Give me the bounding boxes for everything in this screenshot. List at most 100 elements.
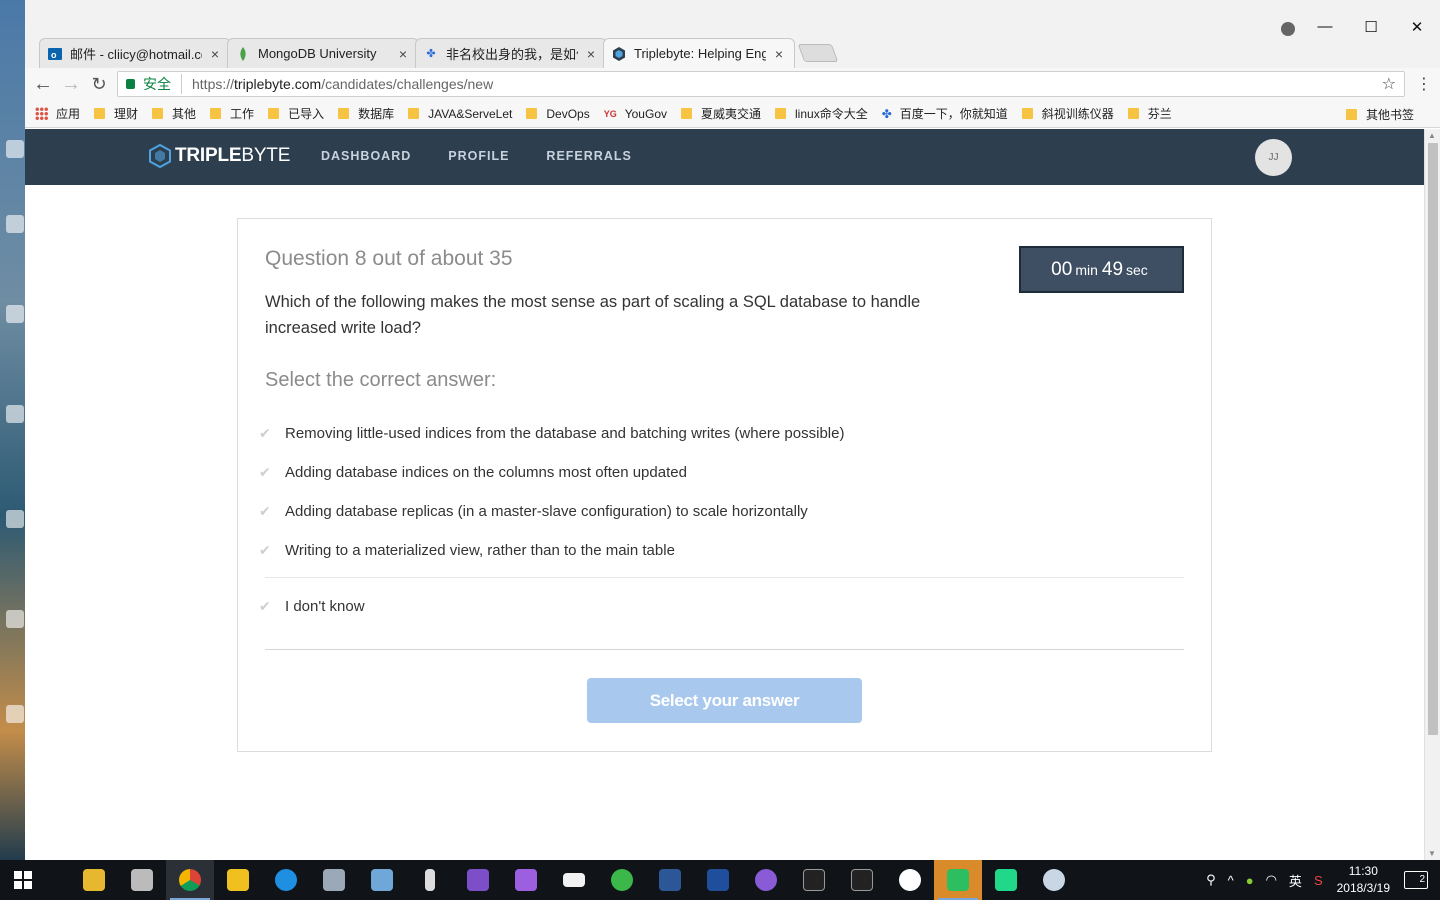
- mongodb-leaf-icon[interactable]: [886, 860, 934, 900]
- bookmark-baidu[interactable]: ✤ 百度一下，你就知道: [882, 105, 1008, 122]
- visual-studio-icon[interactable]: [454, 860, 502, 900]
- divider: [265, 577, 1184, 578]
- green-app-icon[interactable]: [598, 860, 646, 900]
- terminal-icon[interactable]: [790, 860, 838, 900]
- tab-label: 邮件 - cliicy@hotmail.co: [70, 47, 202, 62]
- submit-answer-button[interactable]: Select your answer: [587, 678, 862, 723]
- desktop-shortcut-icon[interactable]: [6, 405, 24, 423]
- github-desktop-icon[interactable]: [742, 860, 790, 900]
- folder-icon: [338, 108, 350, 119]
- bookmark-label: linux命令大全: [795, 107, 868, 121]
- page-scrollbar[interactable]: ▲ ▼: [1424, 129, 1440, 860]
- back-arrow-icon[interactable]: ←: [31, 72, 55, 96]
- document-app-icon[interactable]: [310, 860, 358, 900]
- calculator-icon[interactable]: [118, 860, 166, 900]
- bookmark-folder[interactable]: 已导入: [268, 105, 324, 122]
- answer-option[interactable]: ✔ Writing to a materialized view, rather …: [257, 531, 1187, 570]
- sogou-input-icon[interactable]: S: [1314, 873, 1323, 888]
- ime-indicator[interactable]: 英: [1289, 871, 1302, 890]
- avatar[interactable]: JJ: [1255, 139, 1292, 176]
- file-explorer-icon[interactable]: [70, 860, 118, 900]
- terminal-2-icon[interactable]: [838, 860, 886, 900]
- profile-icon[interactable]: [1281, 22, 1295, 36]
- bookmark-folder[interactable]: 工作: [210, 105, 254, 122]
- folder-icon: [1021, 108, 1033, 119]
- bookmark-yougov[interactable]: YG YouGov: [604, 107, 667, 121]
- close-tab-icon[interactable]: ×: [396, 46, 410, 62]
- close-tab-icon[interactable]: ×: [772, 46, 786, 62]
- chrome-menu-icon[interactable]: ⋮: [1416, 74, 1432, 94]
- chevron-up-icon[interactable]: ^: [1228, 873, 1234, 888]
- tab-outlook[interactable]: o 邮件 - cliicy@hotmail.co ×: [39, 38, 231, 68]
- question-counter: Question 8 out of about 35: [265, 247, 513, 270]
- internet-explorer-icon[interactable]: [262, 860, 310, 900]
- bookmark-folder[interactable]: 斜视训练仪器: [1021, 105, 1114, 122]
- word-icon[interactable]: [646, 860, 694, 900]
- scroll-up-icon[interactable]: ▲: [1428, 131, 1436, 140]
- bookmark-folder[interactable]: JAVA&ServeLet: [408, 107, 512, 121]
- new-tab-button[interactable]: [797, 44, 839, 62]
- chrome-icon[interactable]: [166, 860, 214, 900]
- folder-icon: [1345, 109, 1357, 120]
- triplebyte-hex-icon: [149, 144, 171, 168]
- bookmark-folder[interactable]: 夏威夷交通: [681, 105, 761, 122]
- desktop-shortcut-icon[interactable]: [6, 510, 24, 528]
- paint-icon[interactable]: [1030, 860, 1078, 900]
- tab-baidu-article[interactable]: ✤ 非名校出身的我，是如何 ×: [415, 38, 607, 68]
- bookmark-folder[interactable]: 其他: [152, 105, 196, 122]
- microphone-icon[interactable]: [406, 860, 454, 900]
- evernote-icon[interactable]: [934, 860, 982, 900]
- windows-start-icon[interactable]: [14, 871, 32, 889]
- answer-option[interactable]: ✔ Removing little-used indices from the d…: [257, 414, 1187, 453]
- answer-text: I don't know: [285, 598, 365, 615]
- answer-option[interactable]: ✔ Adding database replicas (in a master-s…: [257, 492, 1187, 531]
- nav-profile[interactable]: PROFILE: [448, 149, 509, 163]
- desktop-shortcut-icon[interactable]: [6, 140, 24, 158]
- app-51-icon[interactable]: [214, 860, 262, 900]
- tab-triplebyte[interactable]: Triplebyte: Helping Eng ×: [603, 38, 795, 68]
- desktop-shortcut-icon[interactable]: [6, 610, 24, 628]
- bookmark-folder[interactable]: linux命令大全: [775, 105, 868, 122]
- bookmark-folder[interactable]: 理财: [94, 105, 138, 122]
- checkmark-icon: ✔: [259, 425, 271, 441]
- tab-mongodb[interactable]: MongoDB University ×: [227, 38, 419, 68]
- forward-arrow-icon[interactable]: →: [59, 72, 83, 96]
- answer-option[interactable]: ✔ Adding database indices on the columns …: [257, 453, 1187, 492]
- chrome-window: o 邮件 - cliicy@hotmail.co × MongoDB Unive…: [25, 0, 1440, 860]
- visual-studio-2-icon[interactable]: [502, 860, 550, 900]
- system-clock[interactable]: 11:30 2018/3/19: [1337, 863, 1390, 897]
- pycharm-icon[interactable]: [982, 860, 1030, 900]
- desktop-shortcut-icon[interactable]: [6, 215, 24, 233]
- bookmark-apps[interactable]: 应用: [35, 105, 80, 122]
- notification-center-icon[interactable]: 2: [1404, 871, 1428, 889]
- desktop-shortcut-icon[interactable]: [6, 305, 24, 323]
- notes-app-icon[interactable]: [358, 860, 406, 900]
- close-tab-icon[interactable]: ×: [584, 46, 598, 62]
- bookmark-label: 已导入: [288, 107, 325, 121]
- nav-referrals[interactable]: REFERRALS: [546, 149, 631, 163]
- tray-app-icon[interactable]: ●: [1246, 873, 1254, 888]
- bookmark-folder[interactable]: 数据库: [338, 105, 394, 122]
- bookmark-star-icon[interactable]: ☆: [1382, 74, 1396, 94]
- mail-icon[interactable]: [550, 860, 598, 900]
- divider: [265, 649, 1184, 650]
- reload-icon[interactable]: ↻: [87, 72, 111, 96]
- scroll-down-icon[interactable]: ▼: [1428, 849, 1436, 858]
- wifi-icon[interactable]: ◠: [1266, 872, 1277, 888]
- nav-dashboard[interactable]: DASHBOARD: [321, 149, 411, 163]
- close-tab-icon[interactable]: ×: [208, 46, 222, 62]
- powershell-icon[interactable]: [694, 860, 742, 900]
- triplebyte-logo[interactable]: TRIPLEBYTE: [149, 144, 290, 168]
- desktop-shortcut-icon[interactable]: [6, 705, 24, 723]
- scrollbar-thumb[interactable]: [1428, 143, 1438, 735]
- address-bar[interactable]: 安全 https://triplebyte.com/candidates/cha…: [117, 71, 1405, 97]
- close-window-icon[interactable]: ✕: [1394, 18, 1440, 36]
- clock-time: 11:30: [1348, 864, 1378, 878]
- bookmark-folder[interactable]: DevOps: [526, 107, 590, 121]
- other-bookmarks-folder[interactable]: 其他书签: [1345, 106, 1414, 123]
- minimize-icon[interactable]: —: [1302, 18, 1348, 36]
- people-icon[interactable]: ⚲: [1206, 872, 1216, 888]
- maximize-icon[interactable]: ☐: [1348, 18, 1394, 36]
- bookmark-folder[interactable]: 芬兰: [1127, 105, 1172, 122]
- dont-know-option[interactable]: ✔ I don't know: [257, 587, 365, 626]
